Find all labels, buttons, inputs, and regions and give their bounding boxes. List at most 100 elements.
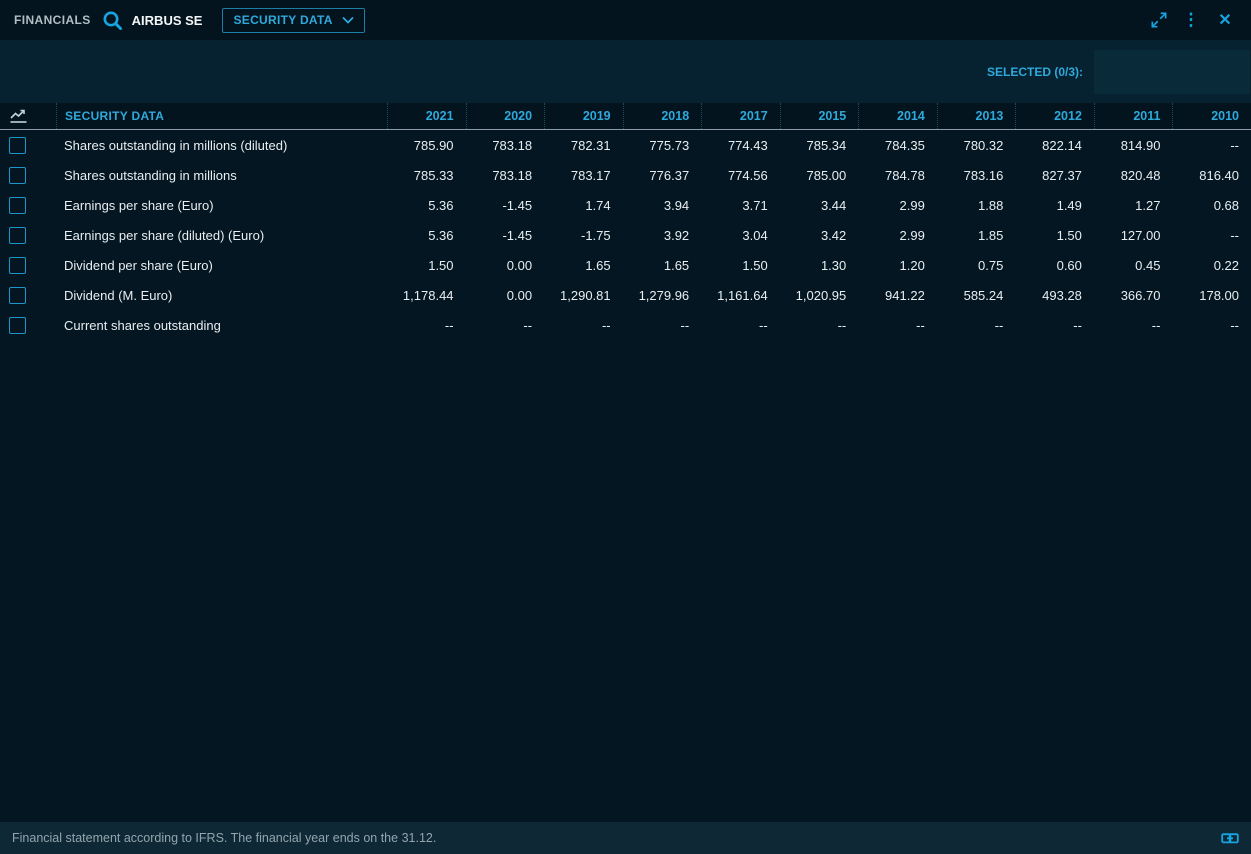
row-value: -- (1094, 318, 1173, 333)
row-value: 785.90 (387, 138, 466, 153)
row-checkbox[interactable] (9, 257, 26, 274)
financials-widget: FINANCIALS AIRBUS SE SECURITY DATA (0, 0, 1251, 854)
row-value: 1.88 (937, 198, 1016, 213)
window-controls: ⋮ ✕ (1149, 8, 1237, 32)
row-value: 1,161.64 (701, 288, 780, 303)
row-value: 785.33 (387, 168, 466, 183)
row-value: 1.49 (1015, 198, 1094, 213)
dropdown-label: SECURITY DATA (233, 13, 332, 27)
row-value: 3.92 (623, 228, 702, 243)
row-label: Dividend per share (Euro) (56, 258, 387, 273)
footer-bar: Financial statement according to IFRS. T… (0, 822, 1251, 854)
chevron-down-icon (342, 16, 354, 24)
table-row: Earnings per share (Euro)5.36-1.451.743.… (0, 190, 1251, 220)
row-value: 774.56 (701, 168, 780, 183)
table-header: SECURITY DATA 20212020201920182017201520… (0, 103, 1251, 130)
selected-label: SELECTED (0/3): (987, 65, 1083, 79)
table-row: Shares outstanding in millions785.33783.… (0, 160, 1251, 190)
checkbox-cell (0, 197, 56, 214)
checkbox-cell (0, 137, 56, 154)
row-value: 782.31 (544, 138, 623, 153)
row-value: 1.74 (544, 198, 623, 213)
year-column-header: 2018 (623, 103, 702, 129)
year-column-header: 2021 (387, 103, 466, 129)
row-value: 1.20 (858, 258, 937, 273)
expand-icon[interactable] (1149, 10, 1169, 30)
kebab-menu-icon[interactable]: ⋮ (1179, 8, 1203, 32)
row-value: 0.60 (1015, 258, 1094, 273)
row-label: Earnings per share (Euro) (56, 198, 387, 213)
year-column-header: 2010 (1172, 103, 1251, 129)
row-value: 1.65 (544, 258, 623, 273)
row-value: 783.18 (466, 168, 545, 183)
row-value: 941.22 (858, 288, 937, 303)
table-row: Shares outstanding in millions (diluted)… (0, 130, 1251, 160)
security-data-dropdown[interactable]: SECURITY DATA (222, 8, 364, 33)
link-icon[interactable] (1221, 832, 1239, 845)
row-value: -- (858, 318, 937, 333)
row-value: 1,178.44 (387, 288, 466, 303)
row-value: 1.50 (701, 258, 780, 273)
row-value: 1.50 (387, 258, 466, 273)
row-value: 783.18 (466, 138, 545, 153)
row-value: -- (701, 318, 780, 333)
row-value: 0.75 (937, 258, 1016, 273)
row-value: 0.45 (1094, 258, 1173, 273)
year-column-header: 2020 (466, 103, 545, 129)
row-value: 2.99 (858, 228, 937, 243)
row-value: -- (466, 318, 545, 333)
row-value: 0.00 (466, 288, 545, 303)
row-value: -1.45 (466, 228, 545, 243)
row-label: Current shares outstanding (56, 318, 387, 333)
row-checkbox[interactable] (9, 287, 26, 304)
row-value: 0.68 (1172, 198, 1251, 213)
table-row: Dividend (M. Euro)1,178.440.001,290.811,… (0, 280, 1251, 310)
row-value: 784.35 (858, 138, 937, 153)
year-column-header: 2013 (937, 103, 1016, 129)
search-icon[interactable] (101, 9, 124, 32)
checkbox-cell (0, 167, 56, 184)
row-value: 814.90 (1094, 138, 1173, 153)
row-checkbox[interactable] (9, 167, 26, 184)
row-value: -1.75 (544, 228, 623, 243)
row-label: Earnings per share (diluted) (Euro) (56, 228, 387, 243)
checkbox-cell (0, 257, 56, 274)
row-value: 783.16 (937, 168, 1016, 183)
row-value: 127.00 (1094, 228, 1173, 243)
row-value: 820.48 (1094, 168, 1173, 183)
row-value: 827.37 (1015, 168, 1094, 183)
year-column-header: 2019 (544, 103, 623, 129)
row-checkbox[interactable] (9, 137, 26, 154)
chart-column-header (0, 108, 56, 124)
row-label: Dividend (M. Euro) (56, 288, 387, 303)
table-row: Current shares outstanding--------------… (0, 310, 1251, 340)
row-value: 1.30 (780, 258, 859, 273)
row-label: Shares outstanding in millions (diluted) (56, 138, 387, 153)
row-value: -- (544, 318, 623, 333)
row-value: 1.85 (937, 228, 1016, 243)
row-value: 3.04 (701, 228, 780, 243)
instrument-name[interactable]: AIRBUS SE (132, 13, 203, 28)
row-checkbox[interactable] (9, 227, 26, 244)
footer-note: Financial statement according to IFRS. T… (12, 831, 436, 845)
row-value: 585.24 (937, 288, 1016, 303)
security-data-table: SECURITY DATA 20212020201920182017201520… (0, 103, 1251, 340)
year-column-header: 2015 (780, 103, 859, 129)
row-checkbox[interactable] (9, 197, 26, 214)
row-value: 775.73 (623, 138, 702, 153)
year-column-header: 2011 (1094, 103, 1173, 129)
row-value: -- (780, 318, 859, 333)
row-value: 785.00 (780, 168, 859, 183)
row-label: Shares outstanding in millions (56, 168, 387, 183)
row-value: 2.99 (858, 198, 937, 213)
close-icon[interactable]: ✕ (1213, 8, 1237, 32)
checkbox-cell (0, 227, 56, 244)
row-value: 783.17 (544, 168, 623, 183)
row-value: -- (1015, 318, 1094, 333)
row-checkbox[interactable] (9, 317, 26, 334)
table-body: Shares outstanding in millions (diluted)… (0, 130, 1251, 340)
row-value: -- (1172, 318, 1251, 333)
row-value: 3.71 (701, 198, 780, 213)
selection-input[interactable] (1094, 50, 1250, 94)
row-value: -- (1172, 138, 1251, 153)
